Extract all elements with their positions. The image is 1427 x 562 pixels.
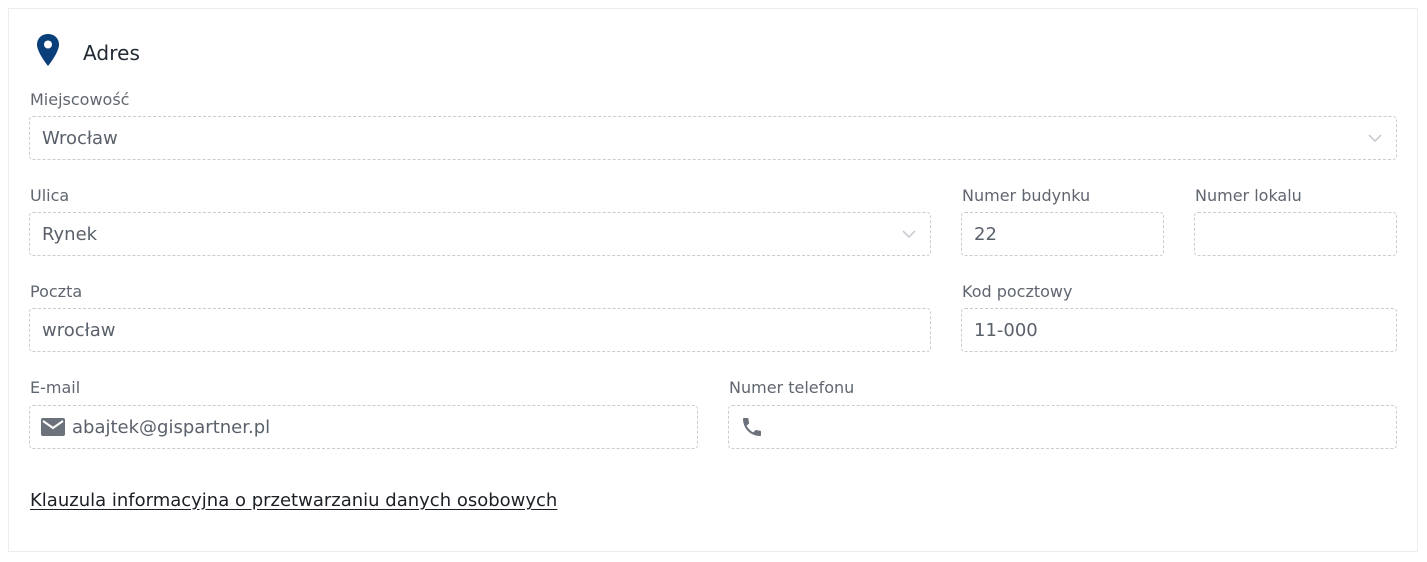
street-value: Rynek — [42, 223, 98, 245]
building-number-input[interactable]: 22 — [961, 212, 1164, 256]
section-header — [36, 33, 60, 67]
building-number-label: Numer budynku — [962, 186, 1091, 205]
phone-label: Numer telefonu — [729, 378, 855, 397]
city-label: Miejscowość — [30, 90, 130, 109]
email-label: E-mail — [30, 378, 81, 397]
section-title: Adres — [83, 41, 141, 65]
post-office-label: Poczta — [30, 282, 83, 301]
email-value: abajtek@gispartner.pl — [72, 416, 271, 438]
email-field[interactable]: abajtek@gispartner.pl — [29, 405, 698, 449]
postal-code-input[interactable]: 11-000 — [961, 308, 1397, 352]
chevron-down-icon — [902, 230, 916, 239]
chevron-down-icon — [1368, 134, 1382, 143]
envelope-icon — [41, 418, 65, 436]
phone-field[interactable] — [728, 405, 1397, 449]
street-select[interactable]: Rynek — [29, 212, 931, 256]
post-office-value: wrocław — [42, 319, 116, 341]
apartment-number-label: Numer lokalu — [1195, 186, 1302, 205]
street-label: Ulica — [30, 186, 70, 205]
post-office-input[interactable]: wrocław — [29, 308, 931, 352]
city-value: Wrocław — [42, 127, 118, 149]
postal-code-value: 11-000 — [974, 319, 1038, 341]
phone-icon — [743, 418, 761, 436]
building-number-value: 22 — [974, 223, 997, 245]
privacy-clause-link[interactable]: Klauzula informacyjna o przetwarzaniu da… — [30, 490, 557, 511]
city-select[interactable]: Wrocław — [29, 116, 1397, 160]
apartment-number-input[interactable] — [1194, 212, 1397, 256]
map-pin-icon — [37, 34, 59, 66]
postal-code-label: Kod pocztowy — [962, 282, 1073, 301]
address-card — [8, 8, 1418, 552]
